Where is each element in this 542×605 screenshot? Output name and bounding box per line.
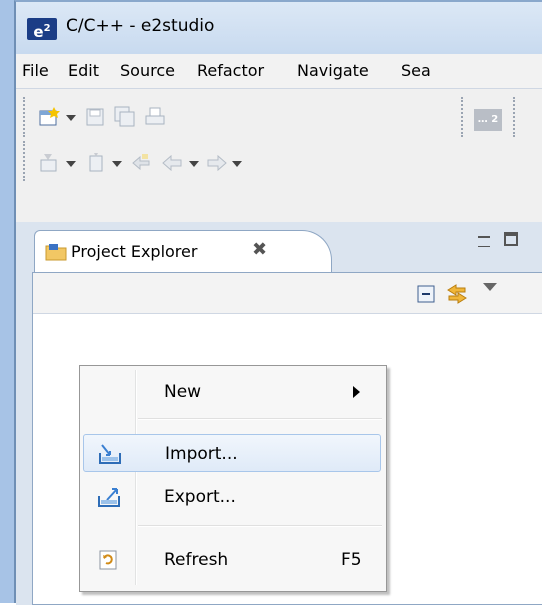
menu-item-new-label: New <box>164 382 202 402</box>
window-left-edge <box>0 0 14 603</box>
menu-item-new[interactable]: New <box>83 373 381 411</box>
save-icon[interactable] <box>84 106 106 128</box>
menu-navigate[interactable]: Navigate <box>297 61 369 80</box>
tab-project-explorer[interactable]: Project Explorer ✖ <box>34 230 332 273</box>
new-dropdown-icon[interactable] <box>66 115 76 121</box>
folder-icon <box>45 244 67 261</box>
save-all-icon[interactable] <box>114 106 136 128</box>
toolbar-grip[interactable] <box>513 97 518 137</box>
view-menu-icon[interactable] <box>483 283 497 291</box>
back-arrow-icon[interactable] <box>161 152 183 174</box>
menu-item-export[interactable]: Export... <box>83 478 381 516</box>
menu-separator <box>138 418 382 420</box>
minimize-icon[interactable] <box>478 236 490 247</box>
debug-dropdown-icon[interactable] <box>112 161 122 167</box>
collapse-all-icon[interactable] <box>417 285 435 303</box>
menu-bar: File Edit Source Refactor Navigate Sea <box>16 54 542 89</box>
toolbar-grip[interactable] <box>23 141 28 181</box>
import-icon <box>99 444 121 464</box>
back-dropdown-icon[interactable] <box>189 161 199 167</box>
open-perspective-button[interactable]: … 2 <box>474 109 502 131</box>
menu-separator <box>138 525 382 527</box>
window-title: C/C++ - e2studio <box>66 16 215 36</box>
menu-item-refresh[interactable]: Refresh F5 <box>83 541 381 579</box>
print-icon[interactable] <box>144 106 166 128</box>
debug-config-icon[interactable] <box>86 152 108 174</box>
menu-item-export-label: Export... <box>164 487 236 507</box>
forward-arrow-icon[interactable] <box>206 152 228 174</box>
maximize-icon[interactable] <box>504 232 518 246</box>
build-dropdown-icon[interactable] <box>66 161 76 167</box>
toolbar-grip[interactable] <box>461 97 466 137</box>
last-edit-location-icon[interactable] <box>130 152 152 174</box>
submenu-arrow-icon <box>353 386 360 398</box>
e2studio-logo-icon: e2 <box>27 18 57 41</box>
refresh-shortcut: F5 <box>341 550 362 570</box>
new-file-icon[interactable] <box>38 106 60 128</box>
main-toolbar: … 2 <box>16 89 542 222</box>
menu-item-import-label: Import... <box>165 444 238 464</box>
export-icon <box>98 488 120 507</box>
context-menu: New Import... Export... Refresh F5 <box>79 365 387 592</box>
close-icon[interactable]: ✖ <box>252 239 267 260</box>
link-with-editor-icon[interactable] <box>445 282 469 306</box>
menu-search[interactable]: Sea <box>401 61 431 80</box>
menu-refactor[interactable]: Refactor <box>197 61 264 80</box>
menu-edit[interactable]: Edit <box>68 61 99 80</box>
refresh-icon <box>99 550 117 570</box>
title-bar[interactable]: e2 C/C++ - e2studio <box>16 2 542 54</box>
forward-dropdown-icon[interactable] <box>232 161 242 167</box>
menu-item-import[interactable]: Import... <box>83 434 381 472</box>
tab-label: Project Explorer <box>71 242 198 261</box>
menu-source[interactable]: Source <box>120 61 175 80</box>
menu-item-refresh-label: Refresh <box>164 550 229 570</box>
build-icon[interactable] <box>38 152 60 174</box>
view-toolbar <box>33 273 542 314</box>
menu-file[interactable]: File <box>22 61 49 80</box>
eclipse-window: e2 C/C++ - e2studio File Edit Source Ref… <box>14 0 542 605</box>
toolbar-grip[interactable] <box>23 97 28 137</box>
